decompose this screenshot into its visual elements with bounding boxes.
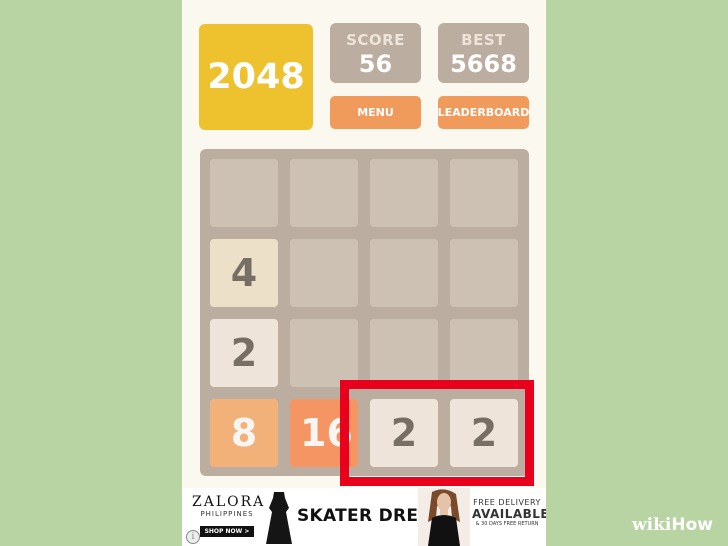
game-logo: 2048 bbox=[199, 24, 313, 130]
empty-cell bbox=[210, 159, 278, 227]
empty-cell bbox=[370, 159, 438, 227]
ad-banner[interactable]: ZALORA PHILIPPINES SHOP NOW > i SKATER D… bbox=[182, 488, 546, 546]
highlight-box bbox=[340, 380, 534, 486]
empty-cell bbox=[450, 159, 518, 227]
watermark-how: How bbox=[671, 515, 713, 535]
empty-cell bbox=[450, 319, 518, 387]
tile-8: 8 bbox=[210, 399, 278, 467]
best-score-box: BEST 5668 bbox=[438, 23, 529, 83]
best-label: BEST bbox=[461, 31, 506, 49]
empty-cell bbox=[290, 239, 358, 307]
ad-brand-sub: PHILIPPINES bbox=[200, 510, 254, 518]
score-value: 56 bbox=[358, 50, 393, 78]
score-box: SCORE 56 bbox=[330, 23, 421, 83]
empty-cell bbox=[290, 159, 358, 227]
tile-2: 2 bbox=[210, 319, 278, 387]
leaderboard-button[interactable]: LEADERBOARD bbox=[438, 96, 529, 129]
ad-brand: ZALORA PHILIPPINES SHOP NOW > bbox=[192, 494, 266, 537]
best-value: 5668 bbox=[450, 50, 517, 78]
ad-delivery-text: FREE DELIVERY AVAILABLE & 30 DAYS FREE R… bbox=[472, 498, 546, 527]
empty-cell bbox=[450, 239, 518, 307]
model-image bbox=[418, 488, 470, 546]
info-icon[interactable]: i bbox=[186, 530, 200, 544]
ad-delivery-line1: FREE DELIVERY bbox=[473, 498, 541, 507]
tile-4: 4 bbox=[210, 239, 278, 307]
wikihow-watermark: wikiHow bbox=[632, 515, 713, 535]
ad-delivery-line2: AVAILABLE bbox=[472, 507, 546, 521]
ad-brand-name: ZALORA bbox=[192, 494, 266, 510]
dress-image bbox=[266, 492, 292, 544]
score-label: SCORE bbox=[346, 31, 405, 49]
shop-now-button[interactable]: SHOP NOW > bbox=[199, 526, 255, 537]
menu-button[interactable]: MENU bbox=[330, 96, 421, 129]
empty-cell bbox=[370, 319, 438, 387]
watermark-wiki: wiki bbox=[632, 515, 672, 535]
empty-cell bbox=[370, 239, 438, 307]
empty-cell bbox=[290, 319, 358, 387]
ad-delivery-line3: & 30 DAYS FREE RETURN bbox=[475, 521, 539, 527]
